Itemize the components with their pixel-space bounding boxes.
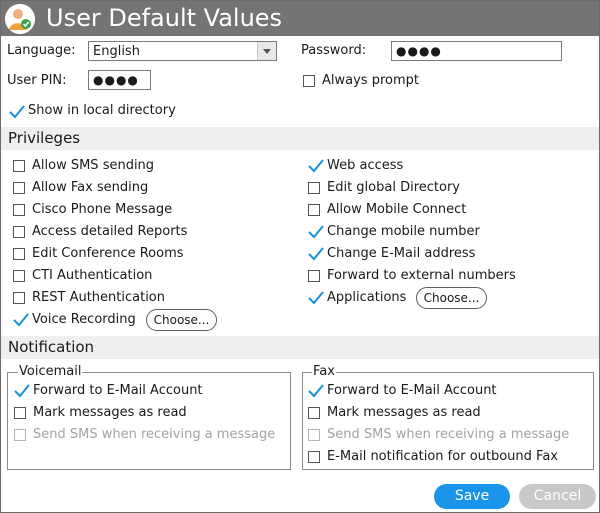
chevron-down-icon[interactable] <box>257 42 276 60</box>
applications-choose-button[interactable]: Choose... <box>416 287 487 309</box>
dialog-title: User Default Values <box>46 4 283 32</box>
change-email-address-check-icon[interactable] <box>307 246 325 262</box>
vm-forward-email-label: Forward to E-Mail Account <box>33 383 203 398</box>
show-local-directory-check-icon[interactable] <box>8 104 26 120</box>
always-prompt-checkbox[interactable] <box>303 75 315 87</box>
vm-send-sms-label: Send SMS when receiving a message <box>33 427 276 442</box>
cti-authentication-checkbox[interactable] <box>13 270 25 282</box>
user-icon <box>5 4 35 34</box>
applications-label: Applications <box>327 290 407 305</box>
allow-sms-sending-checkbox[interactable] <box>13 160 25 172</box>
access-detailed-reports-checkbox[interactable] <box>13 226 25 238</box>
vm-forward-email-check-icon[interactable] <box>13 383 31 399</box>
privileges-header: Privileges <box>1 127 599 150</box>
language-select[interactable]: English <box>88 41 277 61</box>
cisco-phone-message-label: Cisco Phone Message <box>32 202 173 217</box>
change-email-address-label: Change E-Mail address <box>327 246 476 261</box>
dialog-window: User Default Values Language: English Pa… <box>0 0 600 513</box>
fax-mark-read-label: Mark messages as read <box>327 405 481 420</box>
allow-mobile-connect-checkbox[interactable] <box>308 204 320 216</box>
cti-authentication-label: CTI Authentication <box>32 268 153 283</box>
forward-external-numbers-label: Forward to external numbers <box>327 268 516 283</box>
user-pin-label: User PIN: <box>7 73 67 88</box>
notification-header: Notification <box>1 336 599 359</box>
edit-conference-rooms-label: Edit Conference Rooms <box>32 246 184 261</box>
change-mobile-number-check-icon[interactable] <box>307 224 325 240</box>
rest-authentication-checkbox[interactable] <box>13 292 25 304</box>
always-prompt-label: Always prompt <box>322 73 419 88</box>
voice-recording-choose-button[interactable]: Choose... <box>146 309 217 331</box>
fax-outbound-email-checkbox[interactable] <box>308 451 320 463</box>
voice-recording-label: Voice Recording <box>32 312 136 327</box>
cancel-button[interactable]: Cancel <box>519 484 596 509</box>
vm-mark-read-checkbox[interactable] <box>14 407 26 419</box>
change-mobile-number-label: Change mobile number <box>327 224 480 239</box>
fax-legend: Fax <box>312 364 336 380</box>
voicemail-legend: Voicemail <box>18 364 83 380</box>
edit-conference-rooms-checkbox[interactable] <box>13 248 25 260</box>
fax-outbound-email-label: E-Mail notification for outbound Fax <box>327 449 558 464</box>
user-pin-field[interactable]: ●●●● <box>88 70 151 90</box>
voice-recording-check-icon[interactable] <box>12 312 30 328</box>
allow-mobile-connect-label: Allow Mobile Connect <box>327 202 467 217</box>
vm-send-sms-checkbox[interactable] <box>14 429 26 441</box>
allow-fax-sending-checkbox[interactable] <box>13 182 25 194</box>
title-bar: User Default Values <box>1 1 599 36</box>
privileges-title: Privileges <box>8 129 81 147</box>
password-value: ●●●● <box>396 44 442 58</box>
password-field[interactable]: ●●●● <box>391 41 562 61</box>
user-pin-value: ●●●● <box>93 73 139 87</box>
language-label: Language: <box>7 43 76 58</box>
vm-mark-read-label: Mark messages as read <box>33 405 187 420</box>
fax-forward-email-check-icon[interactable] <box>307 383 325 399</box>
allow-fax-sending-label: Allow Fax sending <box>32 180 149 195</box>
show-local-directory-label: Show in local directory <box>28 103 176 118</box>
access-detailed-reports-label: Access detailed Reports <box>32 224 188 239</box>
allow-sms-sending-label: Allow SMS sending <box>32 158 155 173</box>
edit-global-directory-checkbox[interactable] <box>308 182 320 194</box>
applications-check-icon[interactable] <box>307 290 325 306</box>
forward-external-numbers-checkbox[interactable] <box>308 270 320 282</box>
language-value: English <box>93 44 140 59</box>
fax-forward-email-label: Forward to E-Mail Account <box>327 383 497 398</box>
save-button[interactable]: Save <box>434 484 510 509</box>
notification-title: Notification <box>8 338 95 356</box>
web-access-label: Web access <box>327 158 404 173</box>
rest-authentication-label: REST Authentication <box>32 290 166 305</box>
fax-mark-read-checkbox[interactable] <box>308 407 320 419</box>
fax-send-sms-checkbox[interactable] <box>308 429 320 441</box>
cisco-phone-message-checkbox[interactable] <box>13 204 25 216</box>
web-access-check-icon[interactable] <box>307 158 325 174</box>
edit-global-directory-label: Edit global Directory <box>327 180 461 195</box>
password-label: Password: <box>301 43 367 58</box>
fax-send-sms-label: Send SMS when receiving a message <box>327 427 570 442</box>
